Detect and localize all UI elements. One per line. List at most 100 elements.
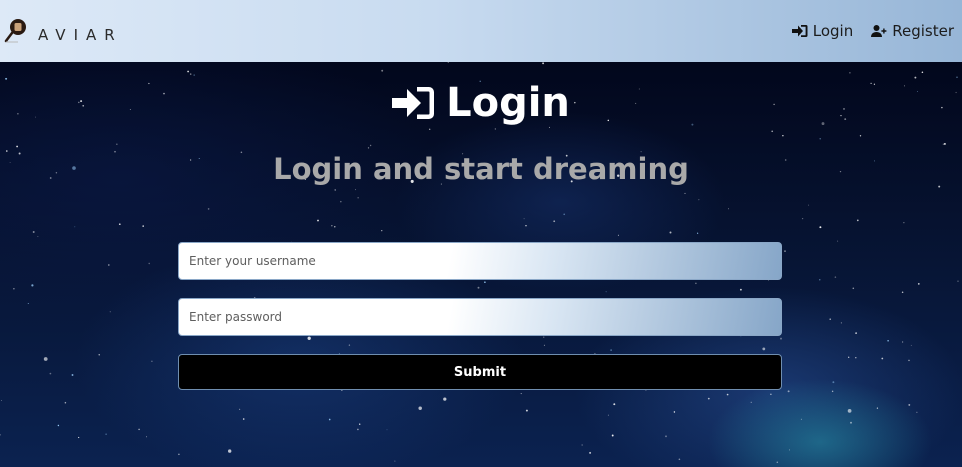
star	[617, 234, 619, 236]
star	[910, 344, 912, 346]
star	[116, 143, 118, 145]
star	[107, 264, 110, 266]
star	[242, 418, 245, 420]
star	[727, 208, 729, 210]
page-subtitle: Login and start dreaming	[273, 152, 689, 186]
star	[859, 135, 862, 137]
star	[142, 225, 144, 227]
star	[605, 291, 607, 293]
login-hero: Login Login and start dreaming Submit	[0, 62, 962, 467]
paintbrush-logo-icon	[4, 19, 26, 43]
star	[151, 360, 153, 363]
star	[341, 389, 343, 391]
star	[840, 322, 843, 324]
star	[16, 145, 18, 148]
star	[543, 336, 545, 338]
star	[762, 347, 766, 351]
star	[887, 340, 889, 342]
star	[665, 435, 667, 438]
star	[784, 250, 786, 253]
star	[607, 414, 609, 416]
star	[789, 449, 790, 451]
star	[771, 130, 774, 133]
submit-button[interactable]: Submit	[178, 354, 782, 390]
star	[359, 423, 361, 425]
star	[525, 225, 527, 227]
star	[548, 126, 550, 128]
star	[118, 223, 121, 226]
star	[357, 197, 359, 199]
nav-links: Login Register	[791, 22, 954, 40]
star	[610, 349, 612, 351]
star	[98, 354, 100, 356]
star	[74, 226, 76, 228]
star	[109, 311, 111, 313]
star	[819, 138, 821, 140]
brand-link[interactable]: AVIAR	[4, 17, 123, 45]
star	[808, 204, 810, 206]
star	[57, 424, 60, 427]
star	[829, 318, 831, 320]
star	[921, 71, 924, 73]
star	[27, 302, 29, 305]
star	[348, 344, 351, 346]
nav-login-link[interactable]: Login	[791, 22, 854, 40]
top-navbar: AVIAR Login Register	[0, 0, 962, 62]
brand-name: AVIAR	[38, 26, 123, 44]
star	[369, 144, 372, 147]
star	[956, 76, 958, 78]
star	[148, 262, 150, 265]
star	[43, 357, 48, 361]
star	[787, 390, 790, 393]
star	[494, 128, 496, 130]
star	[613, 403, 616, 406]
star	[37, 236, 39, 237]
star	[525, 409, 528, 412]
star	[543, 344, 545, 346]
star	[146, 436, 148, 438]
star	[819, 279, 821, 281]
username-input[interactable]	[178, 242, 782, 280]
star	[418, 406, 422, 411]
star	[750, 401, 752, 403]
star	[331, 225, 333, 227]
star	[942, 143, 944, 145]
nav-login-label: Login	[812, 22, 854, 40]
star	[334, 189, 336, 191]
star	[239, 408, 241, 410]
star	[855, 332, 857, 334]
star	[780, 337, 782, 340]
star	[901, 341, 904, 343]
star	[0, 434, 1, 436]
star	[307, 336, 311, 340]
password-input[interactable]	[178, 298, 782, 336]
star	[698, 199, 700, 201]
star	[477, 286, 480, 289]
star	[957, 280, 959, 282]
star	[770, 393, 772, 395]
star	[832, 381, 835, 384]
star	[340, 200, 342, 203]
star	[563, 213, 566, 216]
star	[611, 434, 614, 437]
star	[187, 70, 189, 73]
star	[394, 460, 396, 462]
star	[901, 291, 904, 293]
star	[447, 62, 449, 63]
star	[848, 356, 850, 358]
star	[178, 453, 180, 456]
star	[908, 403, 911, 406]
star	[581, 444, 583, 446]
star	[852, 287, 855, 290]
star	[381, 69, 384, 72]
star	[31, 284, 34, 287]
star	[917, 283, 920, 285]
star	[64, 401, 67, 404]
star	[914, 76, 917, 79]
star	[855, 356, 857, 359]
star	[707, 397, 710, 400]
star	[49, 372, 52, 375]
nav-register-link[interactable]: Register	[871, 22, 954, 40]
star	[334, 226, 336, 228]
star	[443, 397, 447, 401]
